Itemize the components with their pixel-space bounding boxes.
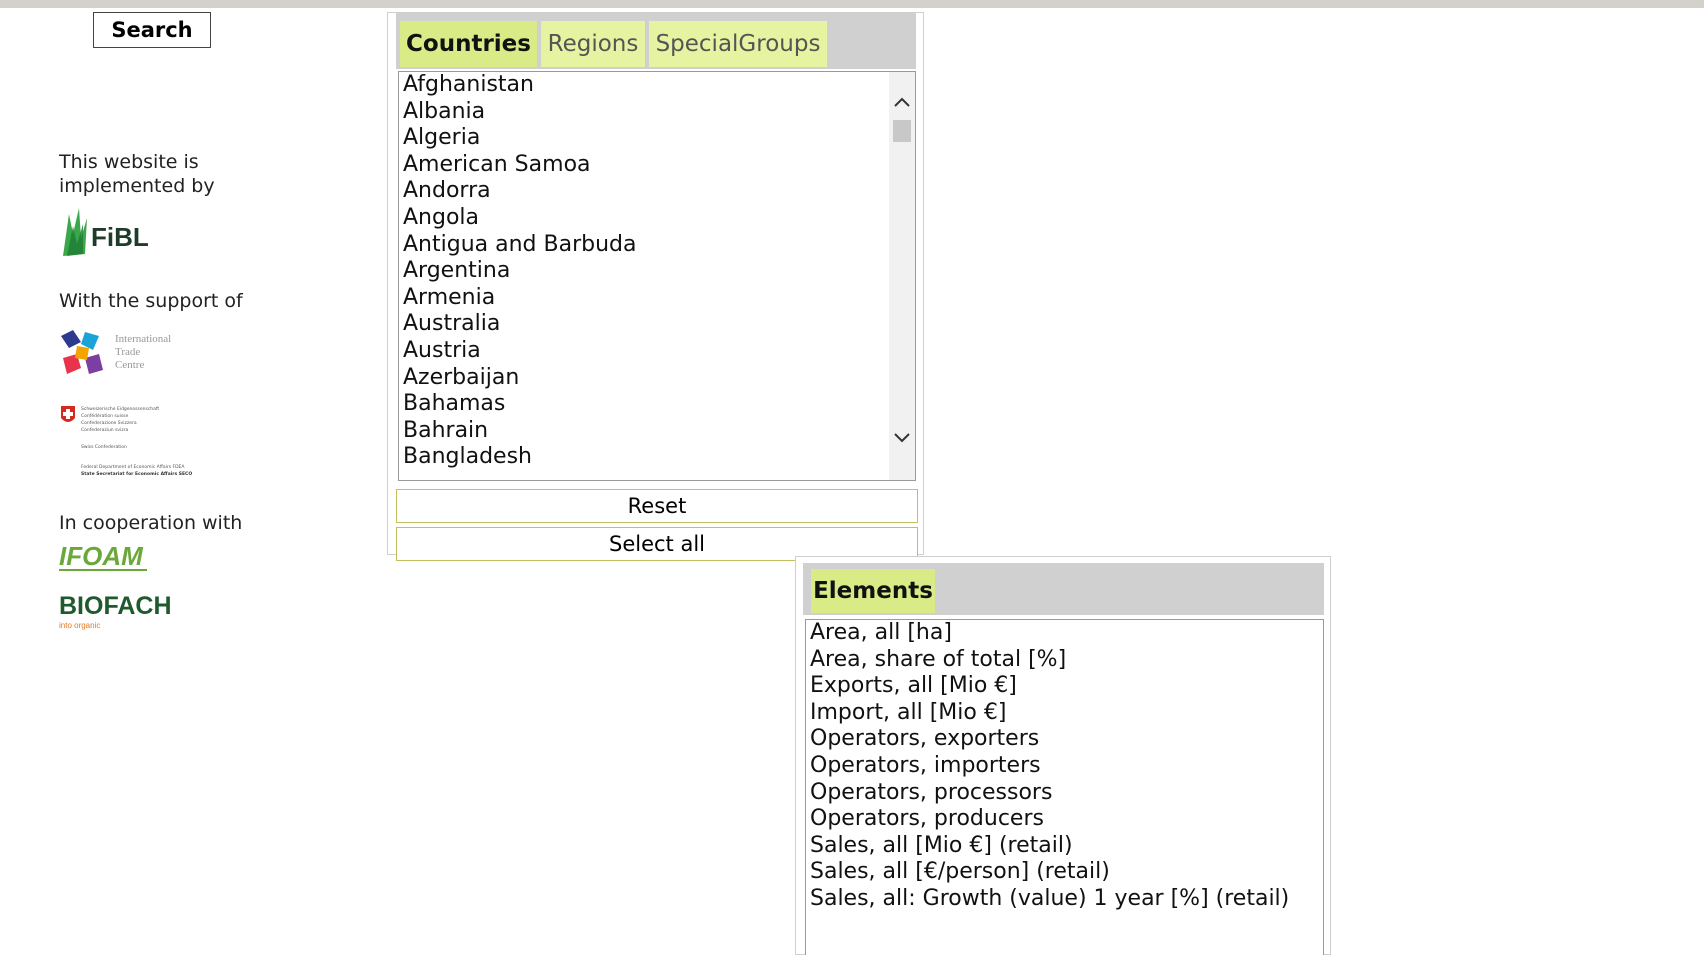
- elements-header: Elements: [803, 563, 1324, 615]
- seco-line-4: Confederaziun svizra: [81, 427, 129, 433]
- itc-logo-line-1: International: [115, 333, 171, 345]
- elements-listbox[interactable]: Area, all [ha] Area, share of total [%] …: [805, 619, 1324, 955]
- country-option[interactable]: Bangladesh: [399, 444, 915, 471]
- element-option[interactable]: Exports, all [Mio €]: [806, 673, 1323, 700]
- country-option[interactable]: Azerbaijan: [399, 365, 915, 392]
- implemented-by-text: This website is implemented by: [59, 151, 215, 197]
- tab-elements[interactable]: Elements: [811, 569, 935, 613]
- countries-panel: Countries Regions SpecialGroups Afghanis…: [387, 12, 924, 561]
- country-option[interactable]: Bahamas: [399, 391, 915, 418]
- element-option[interactable]: Sales, all: Growth (value) 1 year [%] (r…: [806, 886, 1323, 913]
- ifoam-logo-text: IFOAM: [59, 541, 144, 571]
- seco-logo[interactable]: Schweizerische Eidgenossenschaft Confédé…: [59, 404, 219, 486]
- fibl-logo[interactable]: FiBL: [59, 204, 159, 264]
- country-option[interactable]: Australia: [399, 311, 915, 338]
- top-divider: [0, 0, 1704, 8]
- itc-logo-line-3: Centre: [115, 359, 144, 371]
- country-option[interactable]: American Samoa: [399, 152, 915, 179]
- country-option[interactable]: Argentina: [399, 258, 915, 285]
- element-option[interactable]: Operators, exporters: [806, 726, 1323, 753]
- element-option[interactable]: Import, all [Mio €]: [806, 700, 1323, 727]
- country-option[interactable]: Antigua and Barbuda: [399, 232, 915, 259]
- tab-special-groups[interactable]: SpecialGroups: [649, 21, 827, 67]
- scroll-thumb[interactable]: [893, 120, 911, 142]
- elements-panel: Elements Area, all [ha] Area, share of t…: [795, 556, 1331, 955]
- tab-regions[interactable]: Regions: [541, 21, 645, 67]
- countries-listbox[interactable]: Afghanistan Albania Algeria American Sam…: [398, 71, 916, 481]
- scroll-down-icon[interactable]: [889, 426, 915, 450]
- ifoam-logo[interactable]: IFOAM: [59, 540, 159, 580]
- fibl-logo-text: FiBL: [91, 222, 149, 252]
- country-option[interactable]: Albania: [399, 99, 915, 126]
- country-option[interactable]: Austria: [399, 338, 915, 365]
- countries-scrollbar[interactable]: [889, 72, 915, 480]
- seco-line-1: Schweizerische Eidgenossenschaft: [81, 406, 159, 412]
- country-option[interactable]: Bahrain: [399, 418, 915, 445]
- element-option[interactable]: Sales, all [€/person] (retail): [806, 859, 1323, 886]
- country-option[interactable]: Afghanistan: [399, 72, 915, 99]
- scroll-up-icon[interactable]: [889, 90, 915, 114]
- page: Search This website is implemented by Fi…: [0, 0, 1704, 955]
- seco-line-7: State Secretariat for Economic Affairs S…: [81, 471, 192, 477]
- biofach-logo-text: BIOFACH: [59, 592, 172, 620]
- tab-countries[interactable]: Countries: [400, 21, 537, 67]
- country-option[interactable]: Armenia: [399, 285, 915, 312]
- seco-line-6: Federal Department of Economic Affairs F…: [81, 464, 185, 470]
- country-tab-bar: Countries Regions SpecialGroups: [396, 13, 916, 69]
- country-option[interactable]: Andorra: [399, 178, 915, 205]
- itc-logo-line-2: Trade: [115, 346, 140, 358]
- element-option[interactable]: Area, share of total [%]: [806, 647, 1323, 674]
- itc-logo[interactable]: International Trade Centre: [59, 328, 189, 384]
- reset-button[interactable]: Reset: [396, 489, 918, 523]
- country-option[interactable]: Angola: [399, 205, 915, 232]
- country-option[interactable]: Algeria: [399, 125, 915, 152]
- element-option[interactable]: Operators, importers: [806, 753, 1323, 780]
- seco-line-5: Swiss Confederation: [81, 444, 127, 450]
- support-of-text: With the support of: [59, 290, 243, 312]
- element-option[interactable]: Operators, producers: [806, 806, 1323, 833]
- biofach-logo[interactable]: BIOFACH into organic: [59, 588, 179, 636]
- seco-line-3: Confederazione Svizzera: [81, 420, 137, 426]
- search-button[interactable]: Search: [93, 12, 211, 48]
- cooperation-with-text: In cooperation with: [59, 512, 243, 534]
- element-option[interactable]: Operators, processors: [806, 780, 1323, 807]
- element-option[interactable]: Area, all [ha]: [806, 620, 1323, 647]
- biofach-tagline: into organic: [59, 621, 100, 630]
- seco-line-2: Confédération suisse: [81, 412, 129, 419]
- element-option[interactable]: Sales, all [Mio €] (retail): [806, 833, 1323, 860]
